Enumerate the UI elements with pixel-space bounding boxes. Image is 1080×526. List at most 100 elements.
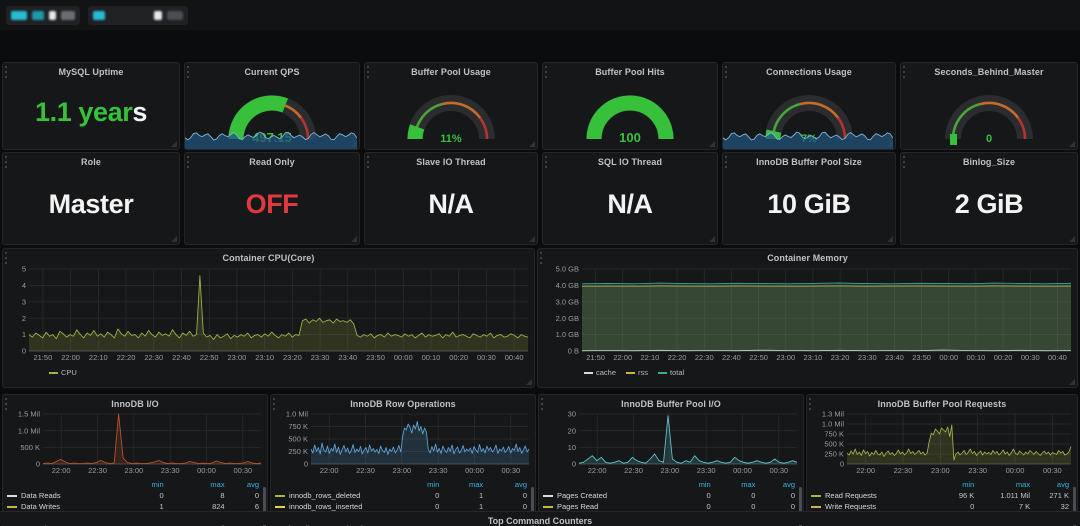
panel-resize-handle[interactable] [171, 141, 177, 147]
legend-series-name[interactable]: Data Reads [5, 490, 139, 501]
legend-row[interactable]: Pages Created000 [541, 490, 799, 501]
legend-item[interactable]: rss [626, 368, 648, 377]
legend-header[interactable]: avg [229, 479, 263, 490]
panel-innodb-buffer-pool-io[interactable]: InnoDB Buffer Pool I/O010203022:0022:302… [538, 394, 804, 526]
panel-resize-handle[interactable] [709, 236, 715, 242]
legend-header[interactable]: min [139, 479, 167, 490]
svg-text:0: 0 [572, 460, 576, 469]
toolbar-chip-1[interactable] [11, 11, 27, 20]
graph-area[interactable]: 01234521:5022:0022:1022:2022:3022:4022:5… [3, 263, 534, 367]
panel-innodb-row-operations[interactable]: InnoDB Row Operations0250 K500 K750 K1.0… [270, 394, 536, 526]
gauge: 497.15 [185, 77, 359, 149]
svg-text:00:30: 00:30 [1021, 353, 1040, 362]
legend-header[interactable]: max [443, 479, 487, 490]
legend-max: 1.011 Mil [978, 490, 1034, 501]
legend-header[interactable] [273, 479, 407, 490]
toolbar-group-left[interactable] [6, 6, 80, 25]
svg-text:23:50: 23:50 [912, 353, 931, 362]
toolbar-chip-2[interactable] [32, 11, 44, 20]
legend-header[interactable]: min [946, 479, 978, 490]
panel-seconds-behind-master[interactable]: Seconds_Behind_Master0 [900, 62, 1078, 150]
panel-drag-handle[interactable] [545, 156, 549, 168]
legend-row[interactable]: Data Reads080 [5, 490, 263, 501]
panel-buffer-pool-usage[interactable]: Buffer Pool Usage11% [364, 62, 538, 150]
graph-area[interactable]: 0250 K500 K750 K1.0 Mil1.3 Mil22:0022:30… [807, 409, 1077, 477]
panel-connections-usage[interactable]: Connections Usage7% [722, 62, 896, 150]
panel-drag-handle[interactable] [725, 156, 729, 168]
panel-resize-handle[interactable] [171, 236, 177, 242]
panel-buffer-pool-hits[interactable]: Buffer Pool Hits100 [542, 62, 718, 150]
gauge: 11% [365, 77, 537, 149]
panel-resize-handle[interactable] [526, 379, 532, 385]
panel-resize-handle[interactable] [1069, 236, 1075, 242]
legend-header[interactable]: max [168, 479, 229, 490]
legend-avg: 0 [229, 490, 263, 501]
panel-binlog-size[interactable]: Binlog_Size2 GiB [900, 152, 1078, 245]
panel-drag-handle[interactable] [5, 66, 9, 78]
panel-innodb-buffer-pool-requests[interactable]: InnoDB Buffer Pool Requests0250 K500 K75… [806, 394, 1078, 526]
toolbar-chip-5[interactable] [93, 11, 105, 20]
svg-text:21:50: 21:50 [586, 353, 605, 362]
panel-resize-handle[interactable] [887, 236, 893, 242]
toolbar-chip-7[interactable] [167, 11, 183, 20]
panel-resize-handle[interactable] [1069, 379, 1075, 385]
panel-role[interactable]: RoleMaster [2, 152, 180, 245]
legend-row[interactable]: Read Requests96 K1.011 Mil271 K [809, 490, 1073, 501]
legend-header[interactable]: min [407, 479, 443, 490]
legend-item[interactable]: CPU [49, 368, 77, 377]
stat-value: N/A [365, 167, 537, 242]
stat-value: 10 GiB [723, 167, 895, 242]
svg-text:22:30: 22:30 [144, 353, 163, 362]
legend-series-name[interactable]: Pages Created [541, 490, 675, 501]
toolbar-chip-3[interactable] [49, 11, 56, 20]
gauge-arc: 11% [405, 89, 497, 147]
legend-header[interactable]: max [715, 479, 760, 490]
stat-value: OFF [185, 167, 359, 242]
graph-area[interactable]: 0250 K500 K750 K1.0 Mil22:0022:3023:0023… [271, 409, 535, 477]
legend-series-name[interactable]: Read Requests [809, 490, 946, 501]
svg-text:3: 3 [22, 297, 26, 306]
panel-top-command-counters[interactable]: Top Command Counters [0, 511, 1080, 525]
svg-text:500 K: 500 K [20, 443, 40, 452]
panel-drag-handle[interactable] [187, 156, 191, 168]
panel-resize-handle[interactable] [529, 236, 535, 242]
svg-text:23:00: 23:00 [931, 466, 950, 475]
panel-read-only[interactable]: Read OnlyOFF [184, 152, 360, 245]
panel-drag-handle[interactable] [367, 156, 371, 168]
toolbar-group-right[interactable] [88, 6, 188, 25]
panel-drag-handle[interactable] [5, 156, 9, 168]
panel-innodb-io[interactable]: InnoDB I/O0500 K1.0 Mil1.5 Mil22:0022:30… [2, 394, 268, 526]
legend-header[interactable]: avg [487, 479, 531, 490]
panel-resize-handle[interactable] [351, 236, 357, 242]
legend-header[interactable]: min [675, 479, 715, 490]
legend-header[interactable]: avg [759, 479, 799, 490]
graph-area[interactable]: 0500 K1.0 Mil1.5 Mil22:0022:3023:0023:30… [3, 409, 267, 477]
legend-item[interactable]: total [658, 368, 684, 377]
panel-current-qps[interactable]: Current QPS497.15 [184, 62, 360, 150]
svg-text:22:20: 22:20 [117, 353, 136, 362]
legend-item[interactable]: cache [584, 368, 616, 377]
legend-header[interactable] [809, 479, 946, 490]
panel-title: MySQL Uptime [3, 63, 179, 77]
graph-area[interactable]: 010203022:0022:3023:0023:3000:0000:30 [539, 409, 803, 477]
legend-header[interactable]: max [978, 479, 1034, 490]
legend-header[interactable] [5, 479, 139, 490]
graph-area[interactable]: 0 B1.0 GB2.0 GB3.0 GB4.0 GB5.0 GB21:5022… [538, 263, 1077, 367]
legend-header[interactable]: avg [1034, 479, 1073, 490]
legend-series-name[interactable]: innodb_rows_deleted [273, 490, 407, 501]
stat-value: 1.1 years [3, 77, 179, 147]
legend-min: 0 [139, 490, 167, 501]
panel-container-memory[interactable]: Container Memory0 B1.0 GB2.0 GB3.0 GB4.0… [537, 248, 1078, 388]
toolbar-chip-4[interactable] [61, 11, 75, 20]
legend-label: cache [596, 368, 616, 377]
panel-slave-io-thread[interactable]: Slave IO ThreadN/A [364, 152, 538, 245]
panel-drag-handle[interactable] [903, 156, 907, 168]
legend-header[interactable] [541, 479, 675, 490]
panel-innodb-buffer-pool-size[interactable]: InnoDB Buffer Pool Size10 GiB [722, 152, 896, 245]
toolbar-chip-6[interactable] [154, 11, 162, 20]
top-toolbar[interactable] [0, 0, 1080, 30]
panel-container-cpu[interactable]: Container CPU(Core)01234521:5022:0022:10… [2, 248, 535, 388]
panel-sql-io-thread[interactable]: SQL IO ThreadN/A [542, 152, 718, 245]
panel-mysql-uptime[interactable]: MySQL Uptime1.1 years [2, 62, 180, 150]
legend-row[interactable]: innodb_rows_deleted010 [273, 490, 531, 501]
